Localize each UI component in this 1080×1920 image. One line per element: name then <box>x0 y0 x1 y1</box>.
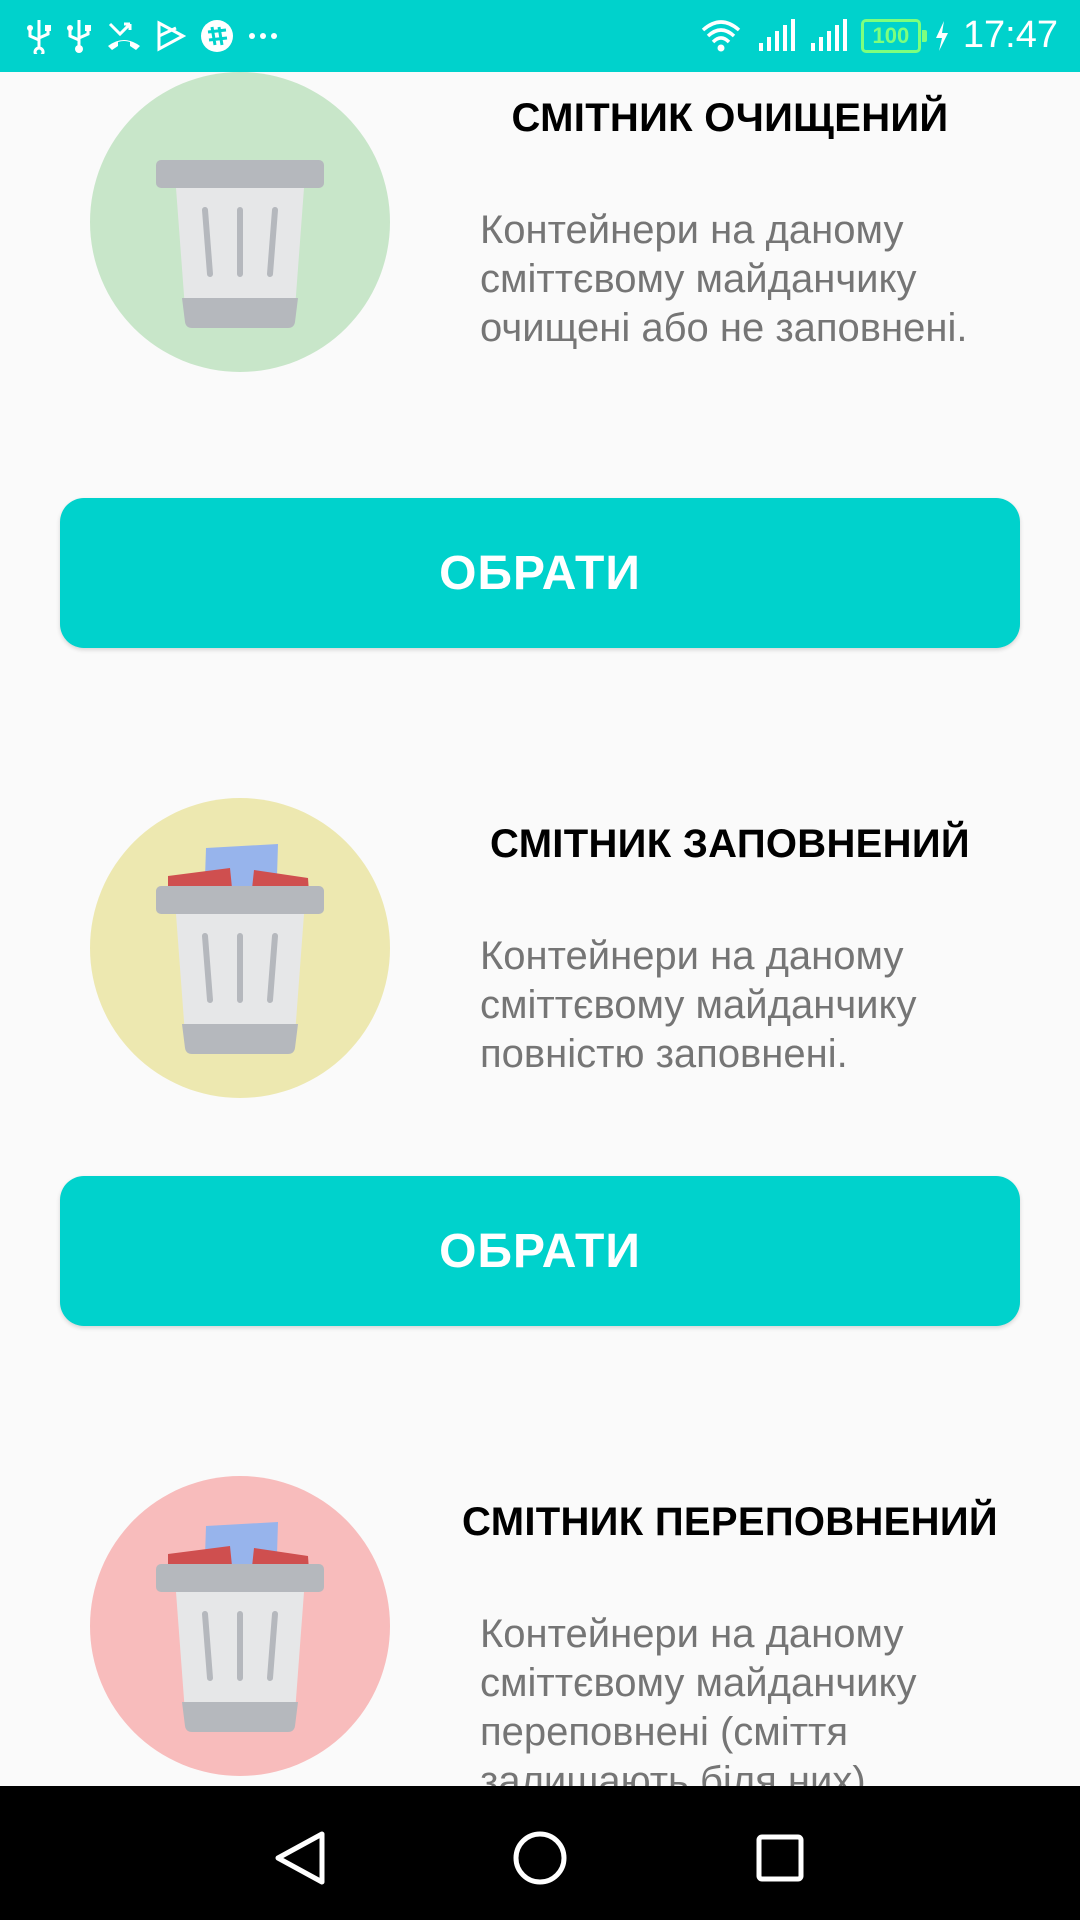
overflowing-trash-bin-icon <box>156 1522 324 1732</box>
card-description: Контейнери на даному сміттєвому майданчи… <box>480 1612 917 1786</box>
system-icons: 100 17:47 <box>699 14 1058 57</box>
usb-icon <box>27 20 51 54</box>
play-store-icon <box>157 20 186 52</box>
slack-icon <box>201 20 233 52</box>
status-bar: 100 17:47 <box>0 0 1080 72</box>
card-title: СМІТНИК ПЕРЕПОВНЕНИЙ <box>462 1500 998 1544</box>
navigation-bar <box>0 1786 1080 1920</box>
card-title: СМІТНИК ЗАПОВНЕНИЙ <box>490 822 970 866</box>
back-icon[interactable] <box>260 1818 340 1898</box>
card-description: Контейнери на даному сміттєвому майданчи… <box>480 208 968 350</box>
select-button[interactable]: ОБРАТИ <box>60 498 1020 648</box>
status-illustration <box>90 72 390 372</box>
card-title: СМІТНИК ОЧИЩЕНИЙ <box>511 96 949 140</box>
select-button[interactable]: ОБРАТИ <box>60 1176 1020 1326</box>
status-illustration <box>90 1476 390 1776</box>
bin-status-list[interactable]: СМІТНИК ОЧИЩЕНИЙ Контейнери на даному см… <box>0 72 1080 1786</box>
signal-icon <box>810 18 847 51</box>
home-icon[interactable] <box>500 1818 580 1898</box>
charging-icon <box>935 20 948 51</box>
clock: 17:47 <box>962 14 1058 56</box>
wifi-icon <box>701 19 741 51</box>
status-illustration <box>90 798 390 1098</box>
recents-icon[interactable] <box>740 1818 820 1898</box>
full-trash-bin-icon <box>156 844 324 1054</box>
card-description: Контейнери на даному сміттєвому майданчи… <box>480 934 917 1076</box>
missed-call-icon <box>108 22 140 50</box>
usb-icon <box>67 20 91 53</box>
signal-icon <box>758 18 795 51</box>
battery-icon: 100 <box>860 18 927 53</box>
more-icon <box>249 33 277 39</box>
notification-icons <box>26 18 278 54</box>
empty-trash-bin-icon <box>156 160 324 328</box>
